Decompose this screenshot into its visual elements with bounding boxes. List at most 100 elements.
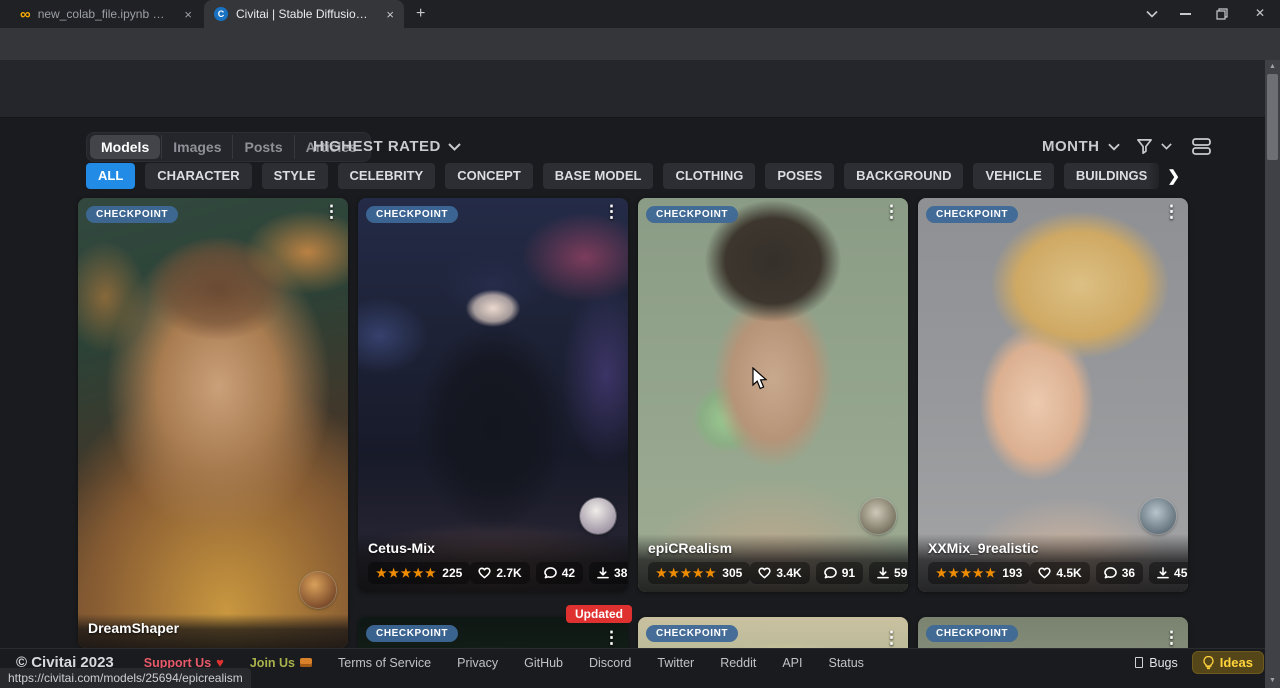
chevron-down-icon[interactable]	[1108, 143, 1120, 151]
downloads-count: 38K	[614, 566, 628, 580]
model-card-cetus-mix[interactable]: CHECKPOINT ⋮ Cetus-Mix ★★★★★225 2.7K 42 …	[358, 198, 628, 592]
creator-avatar[interactable]	[580, 498, 616, 534]
status-url-text: https://civitai.com/models/25694/epicrea…	[8, 671, 243, 685]
card-overlay: DreamShaper	[78, 614, 348, 648]
model-card-xxmix9realistic[interactable]: CHECKPOINT ⋮ XXMix_9realistic ★★★★★193 4…	[918, 198, 1188, 592]
chip-style[interactable]: STYLE	[262, 163, 328, 189]
likes-chip[interactable]: 3.4K	[750, 562, 809, 584]
scrollbar-up-arrow[interactable]: ▲	[1265, 62, 1280, 72]
chip-poses[interactable]: POSES	[765, 163, 834, 189]
chip-vehicle[interactable]: VEHICLE	[973, 163, 1053, 189]
footer-link-api[interactable]: API	[782, 656, 802, 670]
ideas-label: Ideas	[1220, 655, 1253, 670]
ideas-button[interactable]: Ideas	[1192, 651, 1264, 674]
card-menu-icon[interactable]: ⋮	[1163, 203, 1180, 220]
chip-concept[interactable]: CONCEPT	[445, 163, 533, 189]
tab-search-chevron-icon[interactable]	[1146, 10, 1158, 18]
rating-count: 225	[442, 566, 462, 580]
footer-link-github[interactable]: GitHub	[524, 656, 563, 670]
minimize-button[interactable]	[1180, 13, 1191, 15]
sort-dropdown[interactable]: HIGHEST RATED	[313, 138, 461, 155]
model-card-row2-1[interactable]: Updated CHECKPOINT ⋮	[358, 617, 628, 648]
likes-chip[interactable]: 2.7K	[470, 562, 529, 584]
tab-posts[interactable]: Posts	[232, 135, 293, 159]
new-tab-button[interactable]: +	[416, 5, 425, 23]
downloads-count: 59K	[894, 566, 908, 580]
model-card-dreamshaper[interactable]: CHECKPOINT ⋮ DreamShaper	[78, 198, 348, 648]
model-card-row2-3[interactable]: CHECKPOINT ⋮	[918, 617, 1188, 648]
chevron-down-icon[interactable]	[1161, 143, 1172, 150]
filter-controls: MONTH	[1042, 138, 1211, 155]
site-header: CIVITAI + / Sign In	[0, 60, 1280, 118]
comments-chip[interactable]: 91	[816, 562, 863, 584]
chip-all[interactable]: ALL	[86, 163, 135, 189]
model-card-row2-2[interactable]: CHECKPOINT ⋮	[638, 617, 908, 648]
filter-funnel-icon[interactable]	[1136, 138, 1153, 155]
layout-toggle-icon[interactable]	[1192, 138, 1211, 155]
comments-chip[interactable]: 42	[536, 562, 583, 584]
model-type-badge: CHECKPOINT	[366, 206, 458, 223]
download-icon	[1157, 567, 1169, 579]
download-icon	[597, 567, 609, 579]
model-preview-image	[358, 198, 628, 592]
footer-link-status[interactable]: Status	[828, 656, 863, 670]
model-title: epiCRealism	[648, 540, 898, 556]
browser-window: ∞ new_colab_file.ipynb - Colaborat × C C…	[0, 0, 1280, 688]
creator-avatar[interactable]	[860, 498, 896, 534]
card-menu-icon[interactable]: ⋮	[1163, 629, 1180, 646]
bugs-label: Bugs	[1149, 656, 1178, 670]
comments-chip[interactable]: 36	[1096, 562, 1143, 584]
scrollbar-thumb[interactable]	[1267, 74, 1278, 160]
comments-count: 91	[842, 566, 855, 580]
model-type-badge: CHECKPOINT	[926, 625, 1018, 642]
chip-buildings[interactable]: BUILDINGS	[1064, 163, 1160, 189]
downloads-chip[interactable]: 59K	[869, 562, 908, 584]
tab-images[interactable]: Images	[161, 135, 232, 159]
browser-tab-civitai[interactable]: C Civitai | Stable Diffusion models, ×	[204, 0, 404, 28]
join-us-link[interactable]: Join Us	[250, 656, 312, 670]
chip-character[interactable]: CHARACTER	[145, 163, 251, 189]
card-menu-icon[interactable]: ⋮	[883, 203, 900, 220]
chip-background[interactable]: BACKGROUND	[844, 163, 963, 189]
footer-link-twitter[interactable]: Twitter	[657, 656, 694, 670]
model-card-epicrealism[interactable]: CHECKPOINT ⋮ epiCRealism ★★★★★305 3.4K 9…	[638, 198, 908, 592]
scrollbar-down-arrow[interactable]: ▼	[1265, 676, 1280, 686]
footer-link-discord[interactable]: Discord	[589, 656, 631, 670]
footer-link-terms[interactable]: Terms of Service	[338, 656, 431, 670]
card-menu-icon[interactable]: ⋮	[883, 629, 900, 646]
card-menu-icon[interactable]: ⋮	[323, 203, 340, 220]
downloads-chip[interactable]: 38K	[589, 562, 628, 584]
period-dropdown[interactable]: MONTH	[1042, 138, 1100, 155]
downloads-chip[interactable]: 45K	[1149, 562, 1188, 584]
card-menu-icon[interactable]: ⋮	[603, 629, 620, 646]
chips-scroll-right-chevron[interactable]: ❯	[1148, 163, 1180, 189]
status-url-bubble: https://civitai.com/models/25694/epicrea…	[0, 668, 251, 688]
footer-link-reddit[interactable]: Reddit	[720, 656, 756, 670]
downloads-count: 45K	[1174, 566, 1188, 580]
model-preview-image	[638, 198, 908, 592]
restore-button[interactable]	[1216, 8, 1228, 20]
tab-close-icon[interactable]: ×	[184, 7, 192, 22]
browser-tab-colab[interactable]: ∞ new_colab_file.ipynb - Colaborat ×	[12, 0, 200, 28]
comment-icon	[824, 567, 837, 579]
chevron-down-icon	[448, 143, 461, 151]
bug-icon	[1135, 657, 1143, 668]
close-window-button[interactable]: ✕	[1255, 7, 1265, 19]
tab-close-icon[interactable]: ×	[386, 7, 394, 22]
tab-title: new_colab_file.ipynb - Colaborat	[38, 7, 168, 21]
chip-celebrity[interactable]: CELEBRITY	[338, 163, 436, 189]
footer-link-privacy[interactable]: Privacy	[457, 656, 498, 670]
creator-avatar[interactable]	[300, 572, 336, 608]
lightbulb-icon	[1203, 656, 1214, 670]
card-menu-icon[interactable]: ⋮	[603, 203, 620, 220]
tab-models[interactable]: Models	[90, 135, 160, 159]
chip-clothing[interactable]: CLOTHING	[663, 163, 755, 189]
creator-avatar[interactable]	[1140, 498, 1176, 534]
likes-chip[interactable]: 4.5K	[1030, 562, 1089, 584]
bugs-link[interactable]: Bugs	[1135, 656, 1178, 670]
likes-count: 3.4K	[776, 566, 801, 580]
heart-icon	[478, 567, 491, 579]
page-scrollbar[interactable]: ▲ ▼	[1265, 60, 1280, 688]
chip-base-model[interactable]: BASE MODEL	[543, 163, 654, 189]
star-rating-icon: ★★★★★	[656, 566, 717, 580]
